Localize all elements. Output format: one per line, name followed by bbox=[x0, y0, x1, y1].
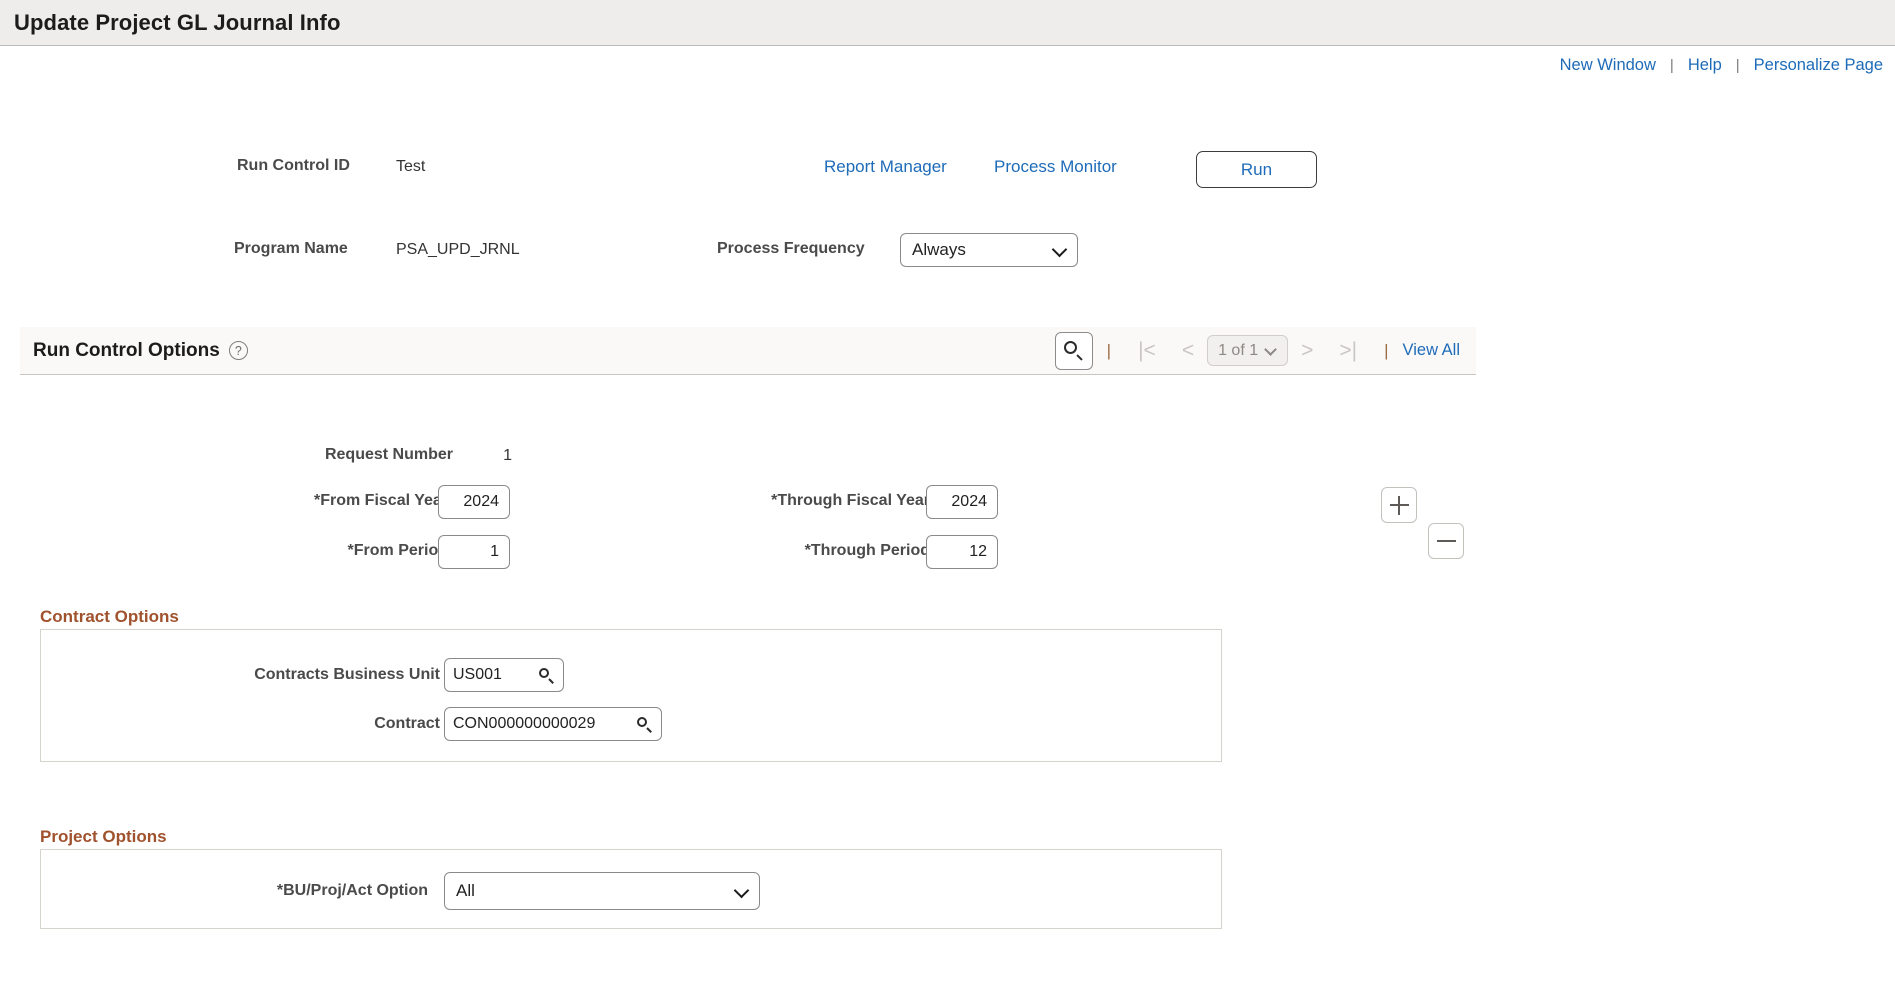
through-fiscal-year-input[interactable]: 2024 bbox=[926, 485, 998, 519]
help-link[interactable]: Help bbox=[1688, 56, 1722, 75]
process-monitor-link[interactable]: Process Monitor bbox=[994, 157, 1117, 176]
grid-pagination-toolbar: | |< < 1 of 1 > >| | View All bbox=[1054, 331, 1476, 370]
from-period-label: *From Period bbox=[347, 542, 448, 559]
window-title-bar: Update Project GL Journal Info bbox=[0, 0, 1895, 46]
from-fiscal-year-label-wrap: *From Fiscal Year bbox=[248, 492, 448, 510]
request-number-label-wrap: Request Number bbox=[278, 446, 453, 464]
contracts-business-unit-label-wrap: Contracts Business Unit bbox=[180, 666, 440, 684]
process-frequency-label-wrap: Process Frequency bbox=[717, 240, 865, 258]
project-options-title: Project Options bbox=[40, 827, 167, 846]
page-indicator-label: 1 of 1 bbox=[1218, 341, 1259, 359]
from-period-input[interactable]: 1 bbox=[438, 535, 510, 569]
request-number-value: 1 bbox=[503, 447, 512, 464]
process-frequency-select[interactable]: Always bbox=[900, 233, 1078, 267]
process-frequency-label: Process Frequency bbox=[717, 240, 865, 257]
request-number-label: Request Number bbox=[324, 446, 453, 463]
contract-options-title: Contract Options bbox=[40, 607, 179, 626]
link-separator-2: | bbox=[1735, 56, 1740, 74]
request-number-value-wrap: 1 bbox=[490, 447, 512, 465]
contract-label-wrap: Contract bbox=[230, 715, 440, 733]
program-name-value-wrap: PSA_UPD_JRNL bbox=[396, 241, 520, 259]
from-period-value: 1 bbox=[490, 543, 499, 560]
page-indicator-dropdown[interactable]: 1 of 1 bbox=[1207, 335, 1289, 366]
bu-proj-act-option-label: *BU/Proj/Act Option bbox=[276, 882, 428, 899]
top-link-bar: New Window | Help | Personalize Page bbox=[0, 46, 1895, 84]
contract-label: Contract bbox=[374, 715, 440, 732]
chevron-down-icon bbox=[1266, 345, 1277, 356]
from-fiscal-year-value: 2024 bbox=[463, 493, 499, 510]
run-control-id-value: Test bbox=[396, 158, 426, 175]
from-fiscal-year-label: *From Fiscal Year bbox=[314, 492, 448, 509]
run-button[interactable]: Run bbox=[1196, 151, 1317, 188]
grid-search-button[interactable] bbox=[1054, 331, 1093, 370]
page-title: Update Project GL Journal Info bbox=[14, 9, 341, 35]
program-name-label: Program Name bbox=[234, 240, 348, 257]
search-icon bbox=[1063, 340, 1085, 362]
bu-proj-act-option-value: All bbox=[456, 881, 475, 900]
contracts-business-unit-label: Contracts Business Unit bbox=[254, 666, 440, 683]
through-period-label: *Through Period bbox=[804, 542, 930, 559]
chevron-down-icon bbox=[1053, 243, 1067, 257]
link-separator-1: | bbox=[1669, 56, 1674, 74]
new-window-link[interactable]: New Window bbox=[1560, 56, 1656, 75]
through-period-label-wrap: *Through Period bbox=[718, 542, 930, 560]
run-control-id-value-wrap: Test bbox=[396, 158, 425, 176]
program-name-value: PSA_UPD_JRNL bbox=[396, 241, 520, 258]
through-fiscal-year-value: 2024 bbox=[951, 493, 987, 510]
bu-proj-act-option-label-wrap: *BU/Proj/Act Option bbox=[200, 882, 428, 900]
plus-icon-vertical bbox=[1397, 495, 1401, 515]
minus-icon bbox=[1436, 539, 1456, 543]
help-circle-icon[interactable]: ? bbox=[228, 341, 248, 360]
bu-proj-act-option-select[interactable]: All bbox=[444, 872, 760, 910]
contract-options-group-box bbox=[40, 629, 1222, 762]
through-period-value: 12 bbox=[969, 543, 987, 560]
add-row-button[interactable] bbox=[1381, 487, 1417, 523]
contracts-business-unit-value: US001 bbox=[453, 666, 502, 683]
from-period-label-wrap: *From Period bbox=[248, 542, 448, 560]
through-fiscal-year-label-wrap: *Through Fiscal Year bbox=[680, 492, 930, 510]
chevron-down-icon bbox=[735, 884, 749, 898]
run-button-label: Run bbox=[1240, 159, 1273, 179]
from-fiscal-year-input[interactable]: 2024 bbox=[438, 485, 510, 519]
run-control-options-title: Run Control Options bbox=[33, 339, 220, 361]
report-manager-link-wrap: Report Manager bbox=[824, 157, 947, 177]
prev-page-icon[interactable]: < bbox=[1182, 339, 1194, 363]
pager-separator-1: | bbox=[1106, 340, 1112, 360]
last-page-icon[interactable]: >| bbox=[1339, 339, 1357, 363]
lookup-search-icon[interactable] bbox=[538, 667, 555, 684]
process-monitor-link-wrap: Process Monitor bbox=[994, 157, 1117, 177]
personalize-page-link[interactable]: Personalize Page bbox=[1754, 56, 1883, 75]
pager-separator-2: | bbox=[1384, 340, 1389, 360]
through-fiscal-year-label: *Through Fiscal Year bbox=[771, 492, 930, 509]
next-page-icon[interactable]: > bbox=[1301, 339, 1313, 363]
program-name-label-wrap: Program Name bbox=[234, 240, 374, 258]
first-page-icon[interactable]: |< bbox=[1138, 339, 1156, 363]
report-manager-link[interactable]: Report Manager bbox=[824, 157, 947, 176]
contract-value: CON000000000029 bbox=[453, 715, 596, 732]
contract-input[interactable]: CON000000000029 bbox=[444, 707, 662, 741]
through-period-input[interactable]: 12 bbox=[926, 535, 998, 569]
delete-row-button[interactable] bbox=[1428, 523, 1464, 559]
run-control-id-label: Run Control ID bbox=[237, 157, 350, 174]
run-control-options-section-header: Run Control Options ? | |< < 1 of 1 > >|… bbox=[20, 327, 1476, 375]
lookup-search-icon[interactable] bbox=[636, 716, 653, 733]
contracts-business-unit-input[interactable]: US001 bbox=[444, 658, 564, 692]
process-frequency-value: Always bbox=[912, 240, 966, 259]
run-control-id-label-wrap: Run Control ID bbox=[237, 157, 377, 175]
view-all-link[interactable]: View All bbox=[1403, 341, 1460, 360]
